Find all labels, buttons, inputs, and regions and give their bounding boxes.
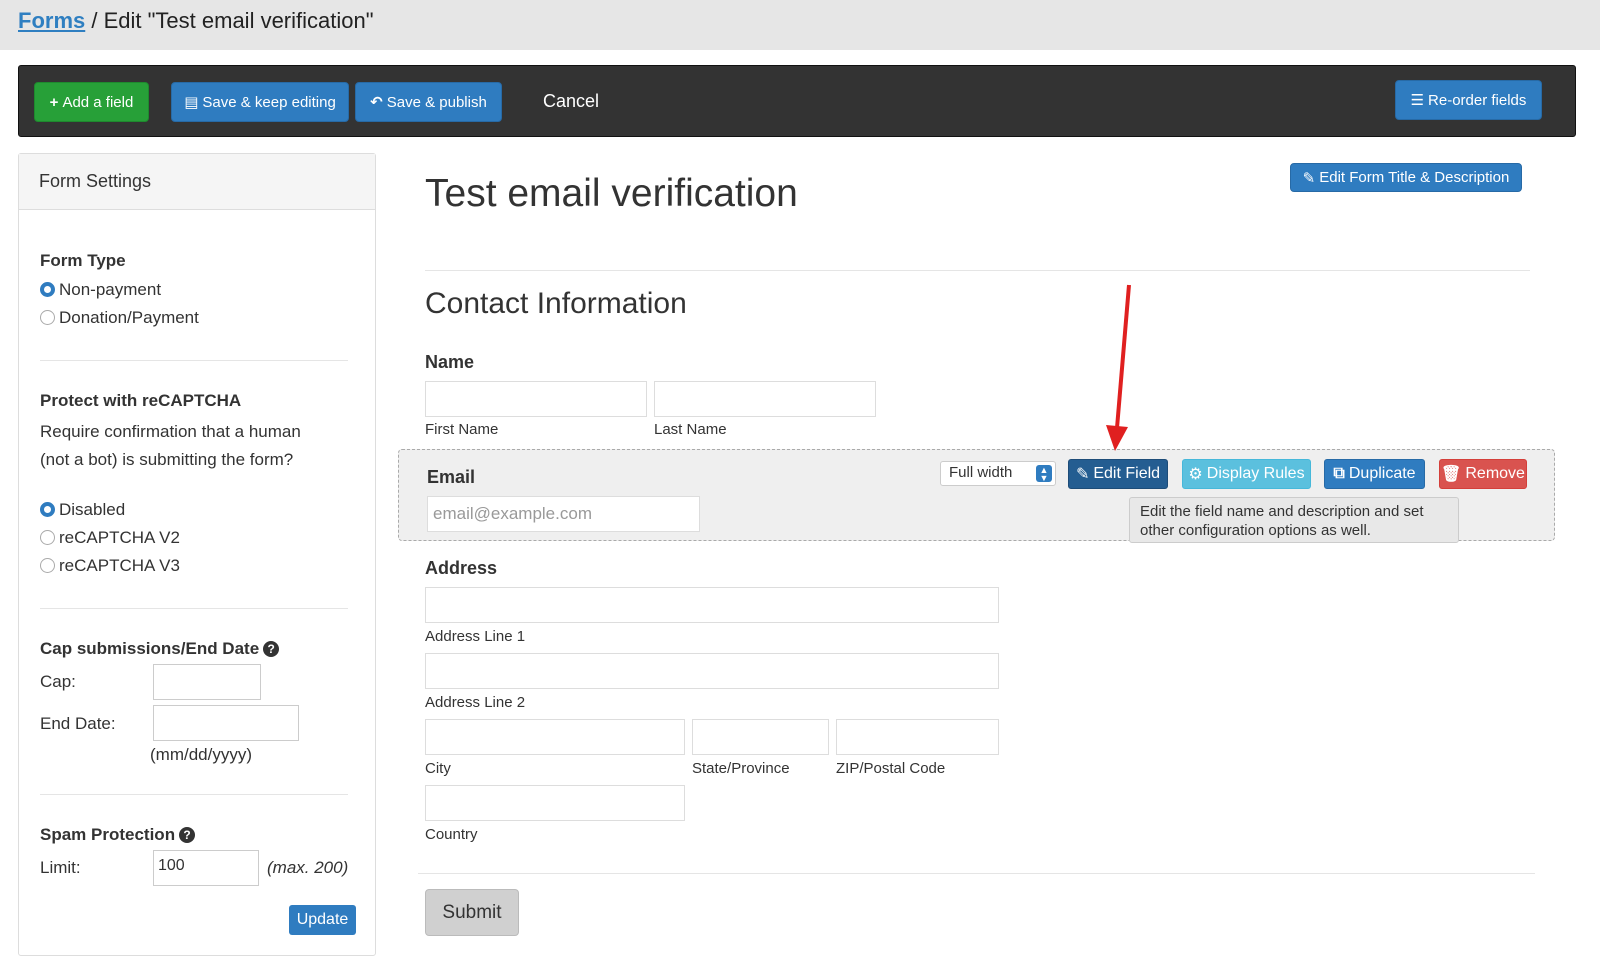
state-input[interactable] <box>692 719 829 755</box>
country-sublabel: Country <box>425 826 478 843</box>
submit-button[interactable]: Submit <box>425 889 519 936</box>
address-line2-sublabel: Address Line 2 <box>425 694 526 711</box>
country-input[interactable] <box>425 785 685 821</box>
city-sublabel: City <box>425 760 451 777</box>
address-line2-input[interactable] <box>425 653 999 689</box>
address-label: Address <box>425 558 498 578</box>
address-line1-input[interactable] <box>425 587 999 623</box>
annotation-arrow-icon <box>1106 284 1131 451</box>
zip-sublabel: ZIP/Postal Code <box>836 760 946 777</box>
address-line1-sublabel: Address Line 1 <box>425 628 526 645</box>
city-input[interactable] <box>425 719 685 755</box>
zip-input[interactable] <box>836 719 999 755</box>
state-sublabel: State/Province <box>692 760 790 777</box>
divider <box>418 873 1535 874</box>
